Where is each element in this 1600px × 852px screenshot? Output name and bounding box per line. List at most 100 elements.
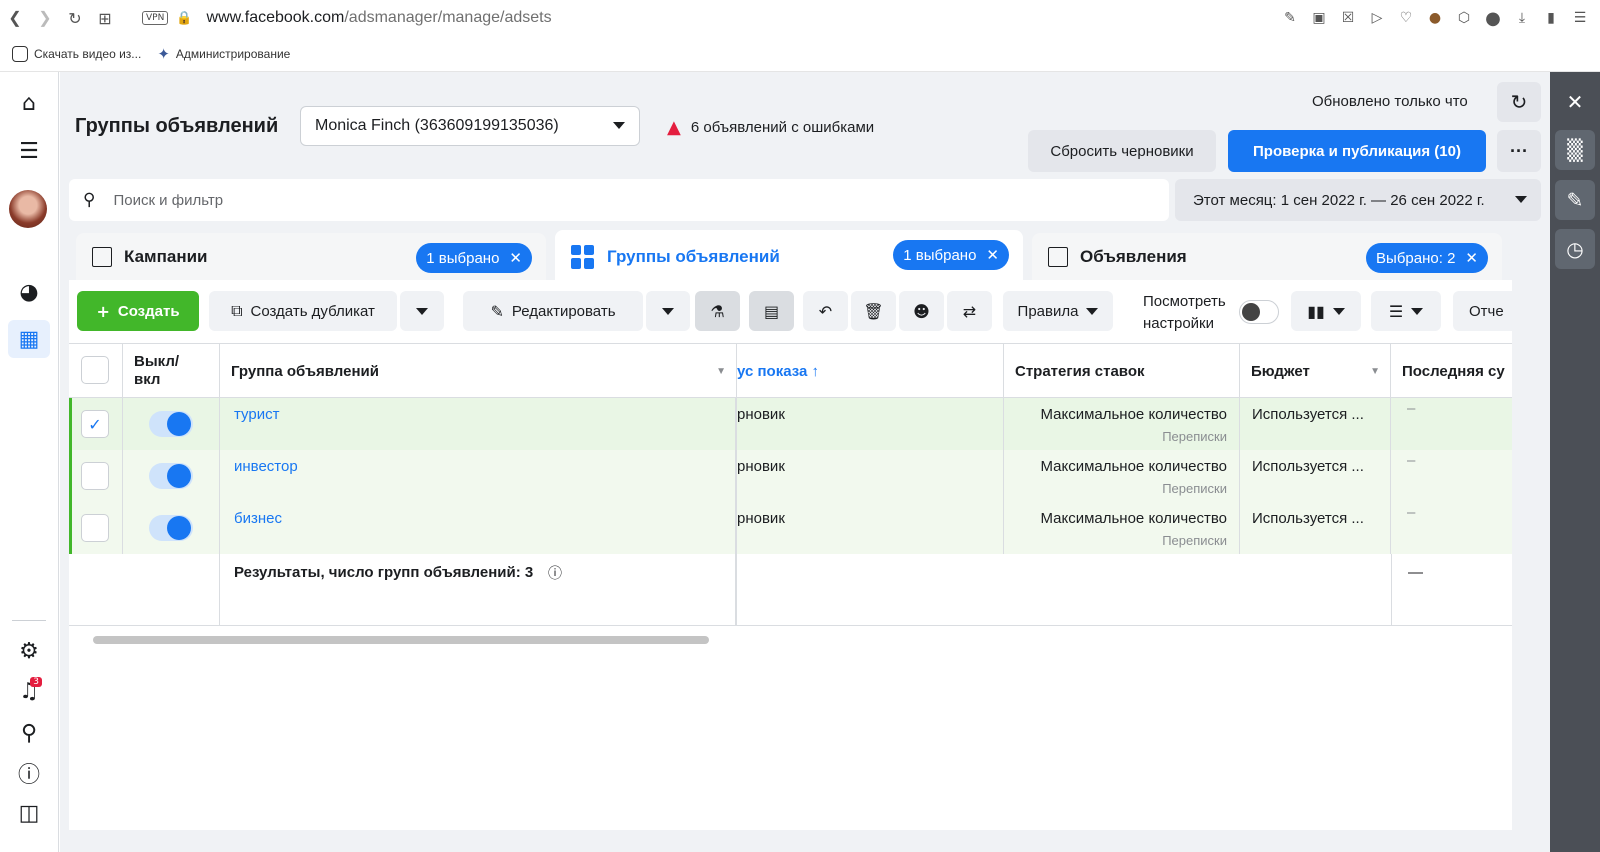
compare-button[interactable]: ⇄ [947,291,992,331]
search-filter-input[interactable]: ⚲ Поиск и фильтр [69,179,1169,221]
bookmark-admin[interactable]: ✦ Администрирование [157,45,290,63]
refresh-button[interactable]: ↻ [1497,82,1541,122]
panel-toggle-icon[interactable]: ◫ [8,794,50,832]
pencil-icon: ✎ [490,301,504,321]
selected-pill[interactable]: Выбрано: 2 ✕ [1366,243,1488,273]
horizontal-scrollbar[interactable] [93,636,709,644]
edit-dropdown[interactable] [646,291,690,331]
forward-icon[interactable]: ❯ [30,0,60,36]
cookie-icon[interactable]: ● [1425,10,1445,26]
rules-button[interactable]: Правила [1003,291,1113,331]
tab-ads[interactable]: Объявления Выбрано: 2 ✕ [1032,233,1502,281]
column-adset-name[interactable]: Группа объявлений ▼ [220,344,737,398]
column-delivery-status[interactable]: ус показа ↑ [737,344,1004,398]
review-publish-button[interactable]: Проверка и публикация (10) [1228,130,1486,172]
clipboard-button[interactable]: ▤ [749,291,794,331]
cube-icon[interactable]: ⬡ [1454,10,1474,26]
budget-cell: Используется ... [1240,502,1391,554]
column-last-significant[interactable]: Последняя су [1391,344,1512,398]
dashboard-gauge-icon[interactable]: ◕ [8,273,50,311]
ad-page-icon [1048,247,1068,267]
send-icon[interactable]: ▷ [1367,10,1387,26]
duplicate-dropdown[interactable] [400,291,444,331]
reports-button[interactable]: Отче [1453,291,1512,331]
undo-button[interactable]: ↶ [803,291,848,331]
right-side-panel: ✕ ▒ ✎ ◷ [1550,72,1600,852]
columns-button[interactable]: ▮▮ [1291,291,1361,331]
create-button[interactable]: + Создать [77,291,199,331]
more-options-button[interactable]: ··· [1497,130,1541,172]
url-bar[interactable]: www.facebook.com/adsmanager/manage/adset… [207,9,552,27]
settings-gear-icon[interactable]: ⚙ [8,632,50,670]
camera-icon[interactable]: ▣ [1309,10,1329,26]
breakdown-button[interactable]: ☰ [1371,291,1441,331]
view-settings-line2: настройки [1143,315,1215,332]
table-row[interactable]: инвестор рновик Максимальное количество П… [69,450,1512,502]
tab-label: Кампании [124,247,208,266]
menu-icon[interactable]: ☰ [1570,10,1590,26]
help-icon[interactable]: ⓘ [8,754,50,792]
reset-drafts-button[interactable]: Сбросить черновики [1028,130,1216,172]
notifications-bell-icon[interactable]: ♫ 3 [8,672,50,710]
errors-notice[interactable]: ▲ 6 объявлений с ошибками [667,117,874,138]
clock-icon[interactable]: ◷ [1555,229,1595,269]
row-checkbox-checked[interactable]: ✓ [81,410,109,438]
select-all-checkbox[interactable] [81,356,109,384]
strategy-cell: Максимальное количество Переписки [1004,502,1240,554]
row-checkbox[interactable] [81,514,109,542]
avatar[interactable] [9,190,47,228]
home-icon[interactable]: ⌂ [8,84,50,122]
battery-icon[interactable]: ▮ [1541,10,1561,26]
audience-button[interactable]: ☻ [899,291,944,331]
date-range-select[interactable]: Этот месяц: 1 сен 2022 г. — 26 сен 2022 … [1175,179,1541,221]
download-icon[interactable]: ⤓ [1512,10,1532,26]
vpn-badge[interactable]: VPN [142,11,169,25]
table-row[interactable]: ✓ турист рновик Максимальное количество П… [69,398,1512,450]
adset-name-link[interactable]: инвестор [234,458,298,475]
close-icon[interactable]: ✕ [1555,82,1595,122]
adset-on-toggle[interactable] [149,411,193,437]
column-budget[interactable]: Бюджет ▼ [1240,344,1391,398]
bid-strategy: Максимальное количество [1040,510,1227,527]
selected-pill[interactable]: 1 выбрано ✕ [893,240,1009,270]
tab-campaigns[interactable]: Кампании 1 выбрано ✕ [76,233,546,281]
back-icon[interactable]: ❮ [0,0,30,36]
row-checkbox[interactable] [81,462,109,490]
table-toolbar: + Создать ⧉ Создать дубликат ✎ Редактироват… [69,280,1512,344]
ab-test-button[interactable]: ⚗ [695,291,740,331]
tabs-grid-icon[interactable]: ⊞ [90,0,120,36]
column-bid-strategy[interactable]: Стратегия ставок [1004,344,1240,398]
clear-selection-icon[interactable]: ✕ [509,249,522,267]
view-settings-toggle[interactable] [1239,300,1279,324]
table-row[interactable]: бизнес рновик Максимальное количество Пер… [69,502,1512,554]
adset-name-link[interactable]: бизнес [234,510,282,527]
chart-icon[interactable]: ▒ [1555,130,1595,170]
tab-adsets[interactable]: Группы объявлений 1 выбрано ✕ [555,230,1023,283]
info-icon[interactable]: ⓘ [548,563,562,583]
hamburger-menu-icon[interactable]: ☰ [8,132,50,170]
ads-manager-table-icon[interactable]: ▦ [8,320,50,358]
sort-caret-icon[interactable]: ▼ [1370,366,1380,377]
duplicate-button[interactable]: ⧉ Создать дубликат [209,291,397,331]
shield-icon[interactable]: ☒ [1338,10,1358,26]
updated-status: Обновлено только что [1312,93,1468,110]
selected-pill[interactable]: 1 выбрано ✕ [416,243,532,273]
adset-on-toggle[interactable] [149,463,193,489]
clear-selection-icon[interactable]: ✕ [986,246,999,264]
lock-icon: 🔒 [176,10,193,26]
bookmark-video[interactable]: Скачать видео из... [12,45,141,62]
reload-icon[interactable]: ↻ [60,0,90,36]
search-icon[interactable]: ⚲ [8,714,50,752]
delete-button[interactable]: 🗑 [851,291,896,331]
edit-icon[interactable]: ✎ [1280,10,1300,26]
profile-icon[interactable]: ● [1483,8,1503,29]
edit-button[interactable]: ✎ Редактировать [463,291,643,331]
adset-name-link[interactable]: турист [234,406,279,423]
column-toggle[interactable]: Выкл/вкл [123,344,220,398]
pencil-icon[interactable]: ✎ [1555,180,1595,220]
heart-icon[interactable]: ♡ [1396,10,1416,26]
sort-caret-icon[interactable]: ▼ [716,366,726,377]
clear-selection-icon[interactable]: ✕ [1465,249,1478,267]
account-select[interactable]: Monica Finch (363609199135036) [300,106,640,146]
adset-on-toggle[interactable] [149,515,193,541]
